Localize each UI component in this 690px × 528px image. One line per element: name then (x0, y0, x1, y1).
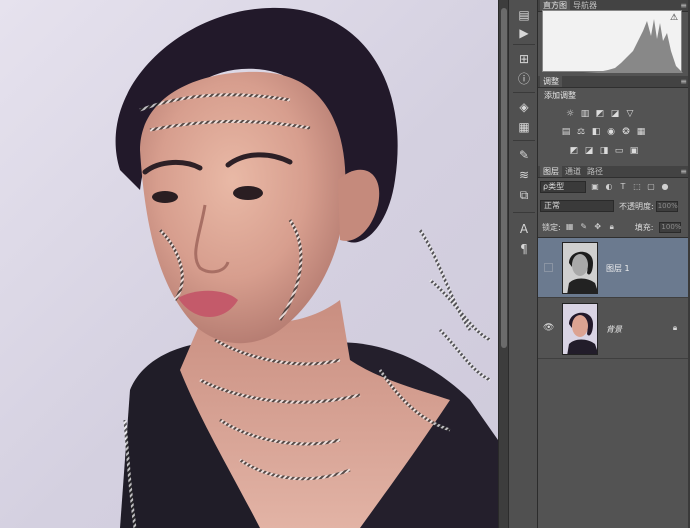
selective-color-icon[interactable]: ▣ (628, 145, 640, 157)
layer-row-background[interactable]: 👁︎ 背景 🔒︎ (538, 299, 690, 359)
vibrance-triangle-icon[interactable]: ▽ (624, 108, 636, 120)
pixel-filter-icon[interactable]: ▣ (590, 182, 600, 192)
layer-row-layer-1[interactable]: 图层 1 (538, 238, 690, 298)
warning-triangle-icon[interactable]: ⚠ (669, 13, 679, 23)
brightness-icon[interactable]: ☼ (564, 108, 576, 120)
portrait-image (115, 7, 498, 528)
play-icon[interactable]: ▶ (514, 24, 534, 42)
posterize-icon[interactable]: ◪ (583, 145, 595, 157)
visibility-toggle-empty[interactable] (544, 263, 553, 272)
panel-menu-icon[interactable]: ≡ (680, 166, 687, 177)
adjustment-filter-icon[interactable]: ◐ (604, 182, 614, 192)
adjustment-icons-row-3: ◩ ◪ ◨ ▭ ▣ (568, 145, 640, 157)
history-brush-icon[interactable]: ▤ (514, 6, 534, 24)
add-adjustment-title: 添加调整 (544, 91, 576, 100)
kind-filter-select[interactable]: ρ类型 (540, 181, 586, 193)
clone-source-icon[interactable]: ⧉ (514, 186, 534, 204)
histogram-display: ⚠ (542, 10, 683, 73)
lock-label: 锁定: (542, 222, 561, 232)
brush-icon[interactable]: ✎ (514, 146, 534, 164)
gradient-map-icon[interactable]: ▭ (613, 145, 625, 157)
tab-adjustments[interactable]: 调整 (540, 76, 562, 87)
scrollbar-thumb[interactable] (501, 8, 507, 348)
channel-mixer-icon[interactable]: ❂ (620, 126, 632, 138)
hue-saturation-icon[interactable]: ▤ (560, 126, 572, 138)
panel-icon-column: ▤ ▶ ⊞ ⓘ ◈ ▦ ✎ ≋ ⧉ A ¶ (508, 0, 538, 528)
tab-layers[interactable]: 图层 (540, 166, 562, 177)
layer-thumbnail (562, 242, 598, 294)
color-lookup-icon[interactable]: ▦ (635, 126, 647, 138)
layer-name[interactable]: 背景 (606, 324, 622, 335)
layer-name[interactable]: 图层 1 (606, 263, 630, 274)
three-d-icon[interactable]: ◈ (514, 98, 534, 116)
panel-menu-icon[interactable]: ≡ (680, 76, 687, 87)
opacity-label: 不透明度: (619, 201, 654, 211)
fill-field[interactable]: 100% (659, 221, 681, 233)
brush-presets-icon[interactable]: ≋ (514, 166, 534, 184)
tab-paths[interactable]: 路径 (584, 166, 606, 177)
character-icon[interactable]: A (514, 220, 534, 238)
tab-channels[interactable]: 通道 (562, 166, 584, 177)
grid-icon[interactable]: ▦ (514, 118, 534, 136)
eye-icon[interactable]: 👁︎ (543, 323, 554, 334)
levels-icon[interactable]: ▥ (579, 108, 591, 120)
layer-thumbnail (562, 303, 598, 355)
adjustment-icons-row-2: ▤ ⚖ ◧ ◉ ❂ ▦ (560, 126, 647, 138)
smart-object-filter-icon[interactable]: ▢ (646, 182, 656, 192)
layer-comps-icon[interactable]: ⊞ (514, 50, 534, 68)
shape-filter-icon[interactable]: ⬚ (632, 182, 642, 192)
fill-label: 填充: (634, 222, 654, 232)
filter-toggle-icon[interactable]: ● (660, 182, 670, 192)
curves-icon[interactable]: ◩ (594, 108, 606, 120)
threshold-icon[interactable]: ◨ (598, 145, 610, 157)
layers-list: 图层 1 👁︎ 背景 🔒︎ (538, 237, 690, 528)
lock-fill-row: 锁定: ▦ ✎ ✥ 🔒︎ 填充: 100% (540, 220, 690, 234)
opacity-field[interactable]: 100% (655, 200, 678, 212)
photoshop-workspace: ▤ ▶ ⊞ ⓘ ◈ ▦ ✎ ≋ ⧉ A ¶ 直方图 导航器 ≡ ⚠ 调整 ≡ 添… (0, 0, 690, 528)
lock-pixels-icon[interactable]: ✎ (579, 222, 589, 232)
lock-transparent-icon[interactable]: ▦ (565, 222, 575, 232)
blend-mode-select[interactable]: 正常 (540, 200, 614, 212)
canvas-vertical-scrollbar[interactable] (498, 0, 508, 528)
paragraph-icon[interactable]: ¶ (514, 240, 534, 258)
lock-all-icon[interactable]: 🔒︎ (607, 222, 617, 232)
histogram-graph (543, 19, 683, 73)
type-filter-icon[interactable]: T (618, 182, 628, 192)
right-panels: 直方图 导航器 ≡ ⚠ 调整 ≡ 添加调整 ☼ ▥ ◩ ◪ ▽ ▤ ⚖ ◧ ◉ (538, 0, 690, 528)
layers-panel-tabs: 图层 通道 路径 ≡ (538, 166, 690, 178)
photo-filter-icon[interactable]: ◉ (605, 126, 617, 138)
layer-filter-bar: ρ类型 ▣ ◐ T ⬚ ▢ ● (540, 180, 690, 194)
lock-position-icon[interactable]: ✥ (593, 222, 603, 232)
adjustments-panel-tabs: 调整 ≡ (538, 76, 690, 88)
color-balance-icon[interactable]: ⚖ (575, 126, 587, 138)
document-canvas[interactable] (0, 0, 498, 528)
exposure-icon[interactable]: ◪ (609, 108, 621, 120)
invert-icon[interactable]: ◩ (568, 145, 580, 157)
black-white-icon[interactable]: ◧ (590, 126, 602, 138)
adjustment-icons-row-1: ☼ ▥ ◩ ◪ ▽ (564, 108, 636, 120)
info-icon[interactable]: ⓘ (514, 70, 534, 88)
blend-opacity-row: 正常 不透明度: 100% (540, 199, 690, 213)
lock-icon: 🔒︎ (672, 323, 678, 332)
